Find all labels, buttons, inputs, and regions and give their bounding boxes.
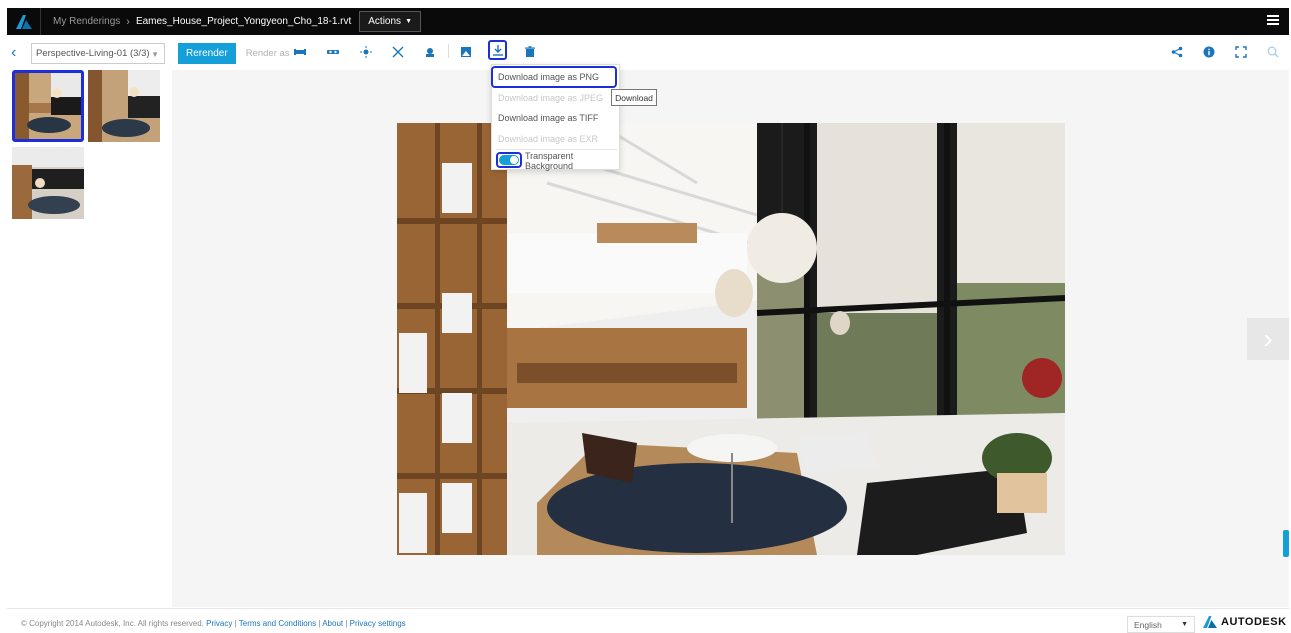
autodesk-logo-icon[interactable] bbox=[7, 8, 41, 35]
autodesk-logo-icon bbox=[1203, 616, 1217, 628]
image-adjust-icon[interactable] bbox=[458, 44, 474, 60]
language-value: English bbox=[1134, 619, 1162, 630]
next-image-arrow-icon[interactable]: › bbox=[1247, 318, 1289, 360]
thumbnail-2[interactable] bbox=[88, 70, 160, 142]
side-panel-tab[interactable] bbox=[1283, 530, 1289, 557]
render-toolbar: ‹ Perspective-Living-01 (3/3) ▼ Rerender… bbox=[7, 36, 1289, 70]
download-exr-item: Download image as EXR bbox=[498, 134, 599, 144]
brand-text: AUTODESK bbox=[1221, 616, 1287, 628]
panorama-icon[interactable] bbox=[292, 44, 308, 60]
breadcrumb-my-renderings[interactable]: My Renderings bbox=[53, 16, 120, 27]
toggle-switch bbox=[499, 155, 519, 165]
privacy-link[interactable]: Privacy bbox=[206, 619, 232, 628]
exposure-icon[interactable] bbox=[390, 44, 406, 60]
png-item-highlight bbox=[491, 66, 617, 88]
download-tiff-item[interactable]: Download image as TIFF bbox=[492, 108, 621, 128]
thumbnail-panel bbox=[7, 70, 172, 607]
view-select-value: Perspective-Living-01 (3/3) bbox=[36, 47, 150, 59]
copyright-text: © Copyright 2014 Autodesk, Inc. All righ… bbox=[21, 619, 204, 628]
back-chevron-icon[interactable]: ‹ bbox=[11, 45, 27, 61]
terms-link[interactable]: Terms and Conditions bbox=[239, 619, 316, 628]
chevron-down-icon: ▼ bbox=[151, 49, 159, 59]
thumbnail-3[interactable] bbox=[12, 147, 84, 219]
breadcrumb-separator-icon: › bbox=[126, 15, 130, 28]
about-link[interactable]: About bbox=[322, 619, 343, 628]
copyright-line: © Copyright 2014 Autodesk, Inc. All righ… bbox=[21, 619, 406, 628]
render-as-label: Render as bbox=[245, 47, 290, 59]
actions-button[interactable]: Actions ▼ bbox=[359, 11, 421, 32]
toolbar-divider bbox=[448, 44, 449, 58]
chevron-down-icon: ▼ bbox=[1181, 621, 1188, 628]
actions-label: Actions bbox=[368, 16, 402, 27]
menu-icon[interactable] bbox=[1267, 15, 1279, 27]
render-image bbox=[397, 123, 1065, 555]
info-icon[interactable] bbox=[1201, 44, 1217, 60]
thumbnail-1[interactable] bbox=[12, 70, 84, 142]
privacy-settings-link[interactable]: Privacy settings bbox=[350, 619, 406, 628]
fullscreen-icon[interactable] bbox=[1233, 44, 1249, 60]
share-icon[interactable] bbox=[1169, 44, 1185, 60]
zoom-icon[interactable] bbox=[1265, 44, 1281, 60]
autodesk-brand[interactable]: AUTODESK bbox=[1203, 616, 1287, 628]
render-settings-icon[interactable] bbox=[422, 44, 438, 60]
view-select[interactable]: Perspective-Living-01 (3/3) ▼ bbox=[31, 42, 165, 64]
menu-divider bbox=[496, 149, 617, 150]
trash-icon[interactable] bbox=[522, 44, 538, 60]
top-bar: My Renderings › Eames_House_Project_Yong… bbox=[7, 8, 1289, 35]
sun-icon[interactable] bbox=[358, 44, 374, 60]
breadcrumb-file-name: Eames_House_Project_Yongyeon_Cho_18-1.rv… bbox=[135, 16, 352, 27]
stereo-icon[interactable] bbox=[325, 44, 341, 60]
footer: © Copyright 2014 Autodesk, Inc. All righ… bbox=[7, 608, 1289, 633]
download-tooltip: Download bbox=[611, 89, 657, 106]
transparent-background-toggle[interactable] bbox=[496, 152, 522, 168]
download-jpeg-item: Download image as JPEG bbox=[498, 93, 604, 103]
language-select[interactable]: English ▼ bbox=[1127, 616, 1195, 633]
download-icon-highlight bbox=[488, 40, 507, 60]
chevron-down-icon: ▼ bbox=[405, 18, 412, 25]
rerender-button[interactable]: Rerender bbox=[178, 42, 236, 64]
